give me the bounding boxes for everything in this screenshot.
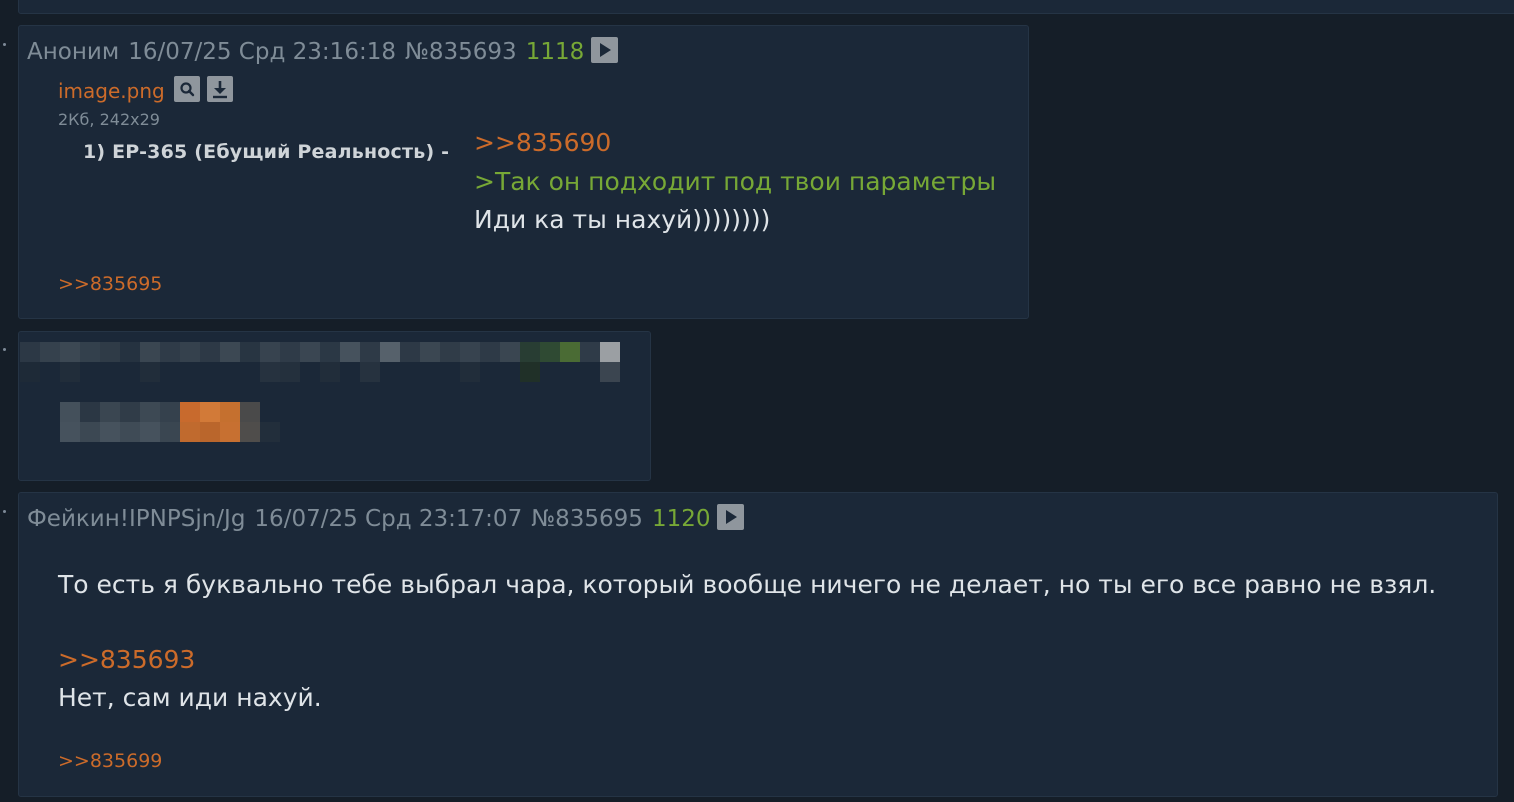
greentext-quote: >Так он подходит под твои параметры <box>474 167 997 196</box>
backlink[interactable]: >>835699 <box>58 750 162 772</box>
play-icon[interactable] <box>591 37 619 63</box>
post-bullet <box>3 43 6 46</box>
post-bullet <box>3 510 6 513</box>
post-text: Иди ка ты нахуй)))))))) <box>474 205 771 234</box>
thumbnail-text: 1) EP-365 (Ебущий Реальность) - <box>83 141 450 163</box>
post-header: Аноним 16/07/25 Срд 23:16:18 №835693 1118 <box>27 37 619 65</box>
post-number[interactable]: №835693 <box>405 39 517 65</box>
download-icon[interactable] <box>207 76 233 102</box>
poster-name: Аноним <box>27 39 120 65</box>
post-number[interactable]: №835695 <box>531 506 643 532</box>
play-icon[interactable] <box>717 504 745 530</box>
post-count: 1120 <box>651 506 711 532</box>
reply-link[interactable]: >>835693 <box>58 645 195 674</box>
censored-post <box>18 331 651 481</box>
post-text-2: Нет, сам иди нахуй. <box>58 683 322 712</box>
previous-post-fragment <box>18 0 1514 14</box>
post-text: То есть я буквально тебе выбрал чара, ко… <box>58 570 1437 599</box>
post-count: 1118 <box>525 39 585 65</box>
image-thumbnail[interactable]: 1) EP-365 (Ебущий Реальность) - <box>79 136 450 180</box>
pixelated-header <box>20 342 620 382</box>
backlink[interactable]: >>835695 <box>58 273 162 295</box>
reply-link[interactable]: >>835690 <box>474 128 611 157</box>
magnifier-icon[interactable] <box>174 76 200 102</box>
post-835695: Фейкин!IPNPSjn/Jg 16/07/25 Срд 23:17:07 №8… <box>18 492 1498 797</box>
poster-name: Фейкин!IPNPSjn/Jg <box>27 506 246 532</box>
pixelated-content <box>60 402 280 442</box>
post-835693: Аноним 16/07/25 Срд 23:16:18 №835693 1118 i… <box>18 25 1029 319</box>
file-name-link[interactable]: image.png <box>58 79 165 103</box>
post-date: 16/07/25 Срд 23:16:18 <box>128 39 396 65</box>
post-bullet <box>3 348 6 351</box>
post-header: Фейкин!IPNPSjn/Jg 16/07/25 Срд 23:17:07 №8… <box>27 504 745 532</box>
file-meta: 2Кб, 242x29 <box>58 110 160 129</box>
post-date: 16/07/25 Срд 23:17:07 <box>254 506 523 532</box>
